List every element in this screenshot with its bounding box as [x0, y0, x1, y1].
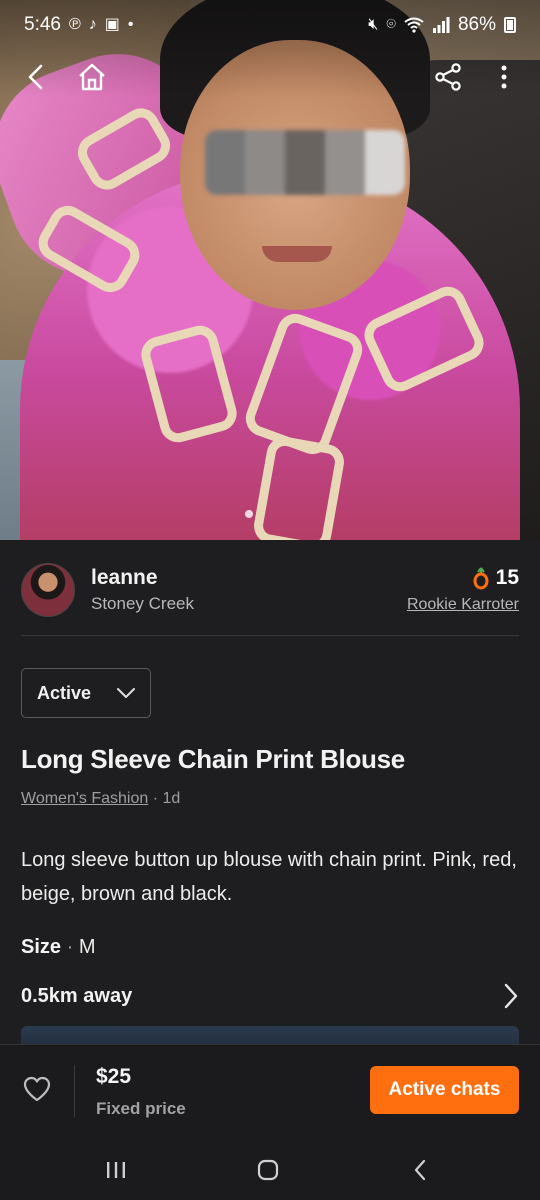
more-button[interactable] [486, 59, 522, 95]
status-bar: 5:46 ℗ ♪ ▣ • 🔇︎ ⌾ 86% [0, 0, 540, 50]
seller-info: leanne Stoney Creek [91, 566, 407, 614]
home-button[interactable] [74, 59, 110, 95]
status-time: 5:46 [24, 14, 61, 35]
listing-status-dropdown[interactable]: Active [21, 668, 151, 718]
listing-status-value: Active [37, 682, 92, 703]
pinterest-icon: ℗ [68, 16, 81, 33]
mute-icon: 🔇︎ [368, 16, 379, 33]
chevron-right-icon [504, 983, 518, 1009]
recent-apps-button[interactable] [96, 1154, 136, 1186]
share-button[interactable] [430, 59, 466, 95]
location-icon: ⌾ [386, 16, 396, 33]
bottom-action-bar: $25 Fixed price Active chats [0, 1044, 540, 1140]
size-value: M [78, 936, 96, 958]
system-navigation-bar [0, 1140, 540, 1200]
battery-icon [504, 17, 516, 33]
more-vertical-icon [501, 65, 507, 89]
back-button[interactable] [18, 59, 54, 95]
seller-location: Stoney Creek [91, 594, 194, 613]
share-icon [435, 63, 461, 91]
price: $25 [96, 1065, 132, 1088]
listing-age: · 1d [148, 790, 181, 807]
divider [21, 635, 519, 636]
more-notifications-icon: • [127, 16, 134, 33]
size-label: Size [21, 936, 62, 958]
carrot-icon [473, 567, 489, 590]
system-back-button[interactable] [400, 1154, 440, 1186]
listing-title: Long Sleeve Chain Print Blouse [21, 744, 405, 774]
active-chats-button[interactable]: Active chats [370, 1066, 519, 1114]
listing-size: Size · M [21, 936, 95, 959]
seller-level-label[interactable]: Rookie Karroter [407, 596, 519, 614]
price-type: Fixed price [96, 1099, 186, 1118]
app-notification-icon: ▣ [104, 16, 120, 33]
action-bar-divider [74, 1065, 75, 1117]
listing-category-link[interactable]: Women's Fashion [21, 790, 148, 807]
seller-profile[interactable]: leanne Stoney Creek 15 Rookie Karroter [21, 560, 519, 620]
seller-name[interactable]: leanne [91, 566, 407, 590]
seller-temperature[interactable]: 15 Rookie Karroter [407, 566, 519, 614]
photo-page-indicator [245, 510, 253, 518]
heart-icon [23, 1076, 51, 1102]
top-navigation [0, 52, 540, 102]
signal-icon [432, 17, 450, 33]
wifi-icon [404, 17, 424, 33]
temperature-value: 15 [495, 566, 519, 589]
battery-percent: 86% [457, 14, 496, 35]
size-separator: · [61, 936, 79, 958]
home-circle-icon [257, 1159, 279, 1181]
like-button[interactable] [22, 1075, 52, 1105]
chevron-left-icon [28, 64, 43, 90]
distance-row[interactable]: 0.5km away [21, 978, 519, 1014]
chevron-down-icon [117, 688, 135, 698]
tiktok-icon: ♪ [88, 16, 97, 33]
back-arrow-icon [414, 1159, 426, 1181]
home-icon [79, 63, 105, 91]
distance-label: 0.5km away [21, 984, 133, 1007]
listing-meta: Women's Fashion · 1d [21, 790, 180, 808]
recent-apps-icon [107, 1162, 125, 1178]
avatar[interactable] [21, 563, 75, 617]
system-home-button[interactable] [248, 1154, 288, 1186]
location-map-preview[interactable] [21, 1026, 519, 1044]
listing-description: Long sleeve button up blouse with chain … [21, 849, 517, 905]
